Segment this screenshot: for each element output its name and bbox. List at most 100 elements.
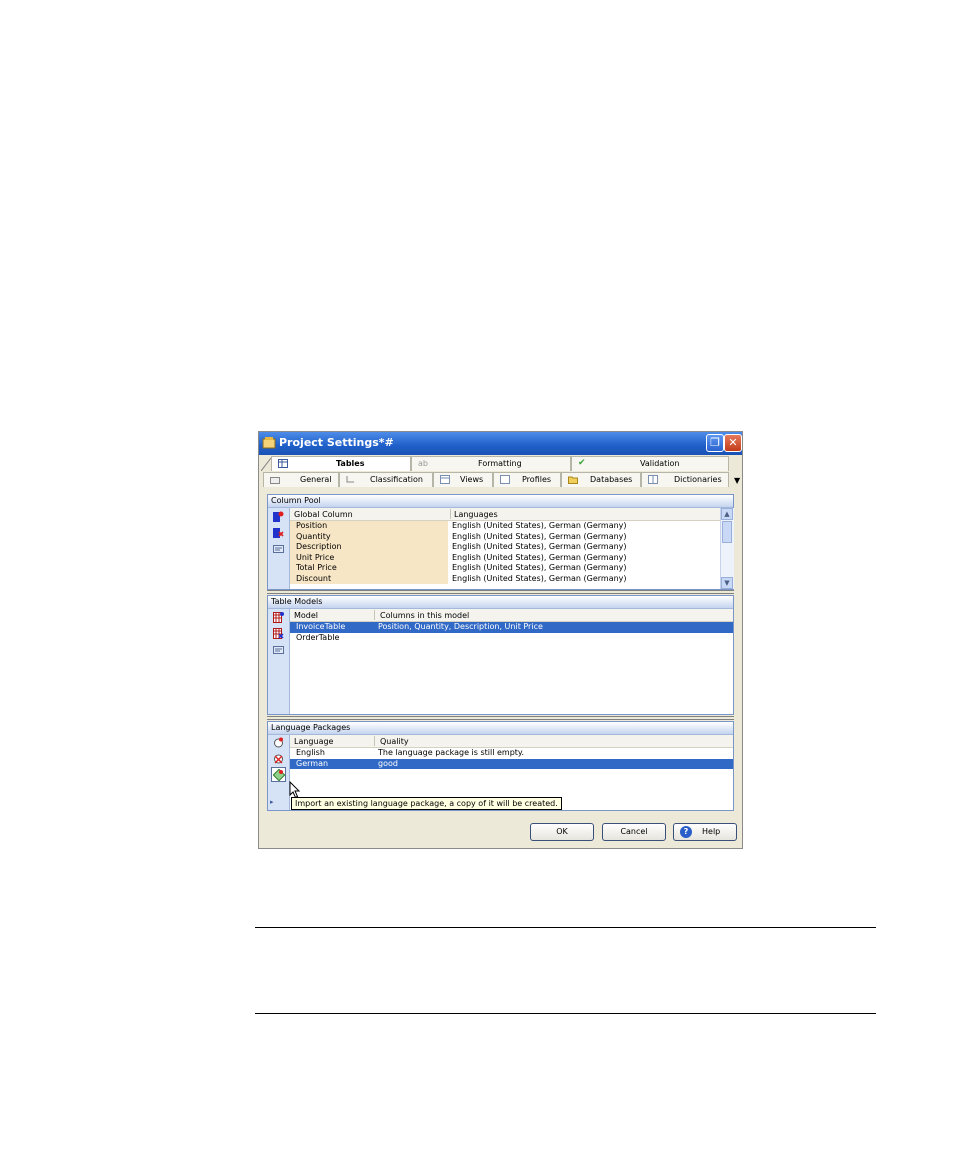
ok-button[interactable]: OK [530, 823, 594, 841]
header-quality[interactable]: Quality [380, 737, 409, 746]
tab-dictionaries-label: Dictionaries [674, 475, 722, 484]
header-languages[interactable]: Languages [454, 510, 498, 519]
restore-button[interactable]: ❐ [706, 434, 724, 452]
cancel-button[interactable]: Cancel [602, 823, 666, 841]
list-item[interactable]: OrderTable [290, 633, 733, 644]
cell-value: English (United States), German (Germany… [452, 563, 627, 572]
edit-model-icon[interactable] [273, 644, 284, 655]
cell-value: English (United States), German (Germany… [452, 552, 627, 562]
tab-validation-label: Validation [640, 459, 680, 468]
dictionary-icon [648, 475, 658, 484]
list-item[interactable]: English The language package is still emp… [290, 748, 733, 759]
cell-name: Unit Price [296, 552, 335, 562]
tab-formatting[interactable]: ab Formatting [411, 456, 571, 471]
formatting-icon: ab [418, 459, 428, 468]
tab-profiles[interactable]: Profiles [493, 472, 561, 487]
header-language[interactable]: Language [294, 737, 333, 746]
tab-databases-label: Databases [590, 475, 633, 484]
column-pool-scrollbar[interactable]: ▲ ▼ [720, 508, 734, 589]
add-column-icon[interactable] [273, 511, 284, 522]
tab-tables[interactable]: Tables [271, 456, 411, 471]
tab-tables-label: Tables [336, 459, 365, 468]
cell-name: OrderTable [296, 632, 340, 642]
table-icon [278, 459, 288, 468]
window-title: Project Settings*# [279, 436, 394, 449]
tab-classification-label: Classification [370, 475, 423, 484]
general-icon [270, 477, 280, 484]
bottom-rule [255, 1013, 876, 1014]
list-item[interactable]: Discount English (United States), German … [290, 573, 720, 584]
scroll-down-icon[interactable]: ▼ [721, 577, 733, 589]
tab-row-1: Tables ab Formatting ✔ Validation [261, 456, 741, 472]
tab-content: Column Pool Global Column Languages Posi… [267, 494, 734, 814]
delete-model-icon[interactable] [273, 628, 284, 639]
tab-formatting-label: Formatting [478, 459, 522, 468]
header-columns-in-model[interactable]: Columns in this model [380, 611, 469, 620]
table-models-list[interactable]: Model Columns in this model InvoiceTable… [290, 609, 733, 714]
list-item[interactable]: Quantity English (United States), German … [290, 531, 720, 542]
profiles-icon [500, 475, 510, 484]
tab-profiles-label: Profiles [522, 475, 552, 484]
tab-views[interactable]: Views [433, 472, 493, 487]
edit-column-icon[interactable] [273, 543, 284, 554]
column-pool-column-header: Global Column Languages [290, 508, 720, 521]
cell-value: English (United States), German (Germany… [452, 573, 627, 583]
cell-name: Quantity [296, 531, 331, 541]
cell-name: Description [296, 542, 342, 551]
list-item[interactable]: German good [290, 758, 733, 769]
tab-views-label: Views [460, 475, 484, 484]
add-model-icon[interactable] [273, 612, 284, 623]
toolbar-overflow-icon[interactable]: ▸ [270, 798, 274, 806]
project-settings-window: Project Settings*# ❐ ✕ Tables ab Formatt… [258, 431, 743, 849]
cell-value: Position, Quantity, Description, Unit Pr… [378, 622, 543, 631]
column-pool-toolbar [268, 508, 290, 589]
help-button[interactable]: ? Help [673, 823, 737, 841]
column-pool-list[interactable]: Global Column Languages Position English … [290, 508, 720, 589]
tab-general[interactable]: General [263, 472, 339, 487]
table-models-title: Table Models [271, 597, 323, 606]
list-item[interactable]: Position English (United States), German … [290, 521, 720, 532]
cell-name: InvoiceTable [296, 622, 346, 631]
table-models-header: Table Models [268, 596, 733, 609]
views-icon [440, 475, 450, 484]
folder-icon [568, 476, 578, 484]
list-item[interactable]: Unit Price English (United States), Germa… [290, 552, 720, 563]
header-model[interactable]: Model [294, 611, 318, 620]
column-pool-title: Column Pool [271, 496, 321, 505]
column-pool-header: Column Pool [268, 495, 733, 508]
more-tabs-arrow-icon[interactable]: ▼ [734, 476, 740, 485]
language-packages-toolbar: ▸ [268, 735, 290, 810]
tab-validation[interactable]: ✔ Validation [571, 456, 729, 471]
tooltip: Import an existing language package, a c… [291, 797, 562, 810]
cell-name: Total Price [296, 563, 337, 572]
help-icon: ? [680, 826, 692, 838]
table-models-group: Table Models Model Columns in this model… [267, 595, 734, 715]
cell-value: English (United States), German (Germany… [452, 542, 627, 551]
delete-language-icon[interactable] [273, 753, 284, 764]
title-bar[interactable]: Project Settings*# ❐ ✕ [259, 432, 742, 455]
scroll-thumb[interactable] [722, 521, 732, 543]
cell-name: German [296, 758, 329, 768]
help-label: Help [702, 827, 721, 836]
language-packages-title: Language Packages [271, 723, 351, 732]
add-language-icon[interactable] [273, 737, 284, 748]
tab-general-label: General [300, 475, 332, 484]
delete-column-icon[interactable] [273, 527, 284, 538]
splitter-2[interactable] [267, 716, 734, 720]
list-item[interactable]: Total Price English (United States), Germ… [290, 563, 720, 574]
scroll-up-icon[interactable]: ▲ [721, 508, 733, 520]
import-language-button[interactable] [271, 767, 286, 782]
app-icon [262, 437, 276, 449]
list-item[interactable]: Description English (United States), Germ… [290, 542, 720, 553]
list-item[interactable]: InvoiceTable Position, Quantity, Descript… [290, 622, 733, 633]
close-button[interactable]: ✕ [724, 434, 742, 452]
column-pool-group: Column Pool Global Column Languages Posi… [267, 494, 734, 590]
tab-classification[interactable]: Classification [339, 472, 433, 487]
language-packages-column-header: Language Quality [290, 735, 733, 748]
cell-value: good [378, 758, 398, 768]
tab-dictionaries[interactable]: Dictionaries [641, 472, 729, 487]
header-global-column[interactable]: Global Column [294, 510, 353, 519]
splitter-1[interactable] [267, 590, 734, 594]
tab-databases[interactable]: Databases [561, 472, 641, 487]
top-rule [255, 927, 876, 928]
